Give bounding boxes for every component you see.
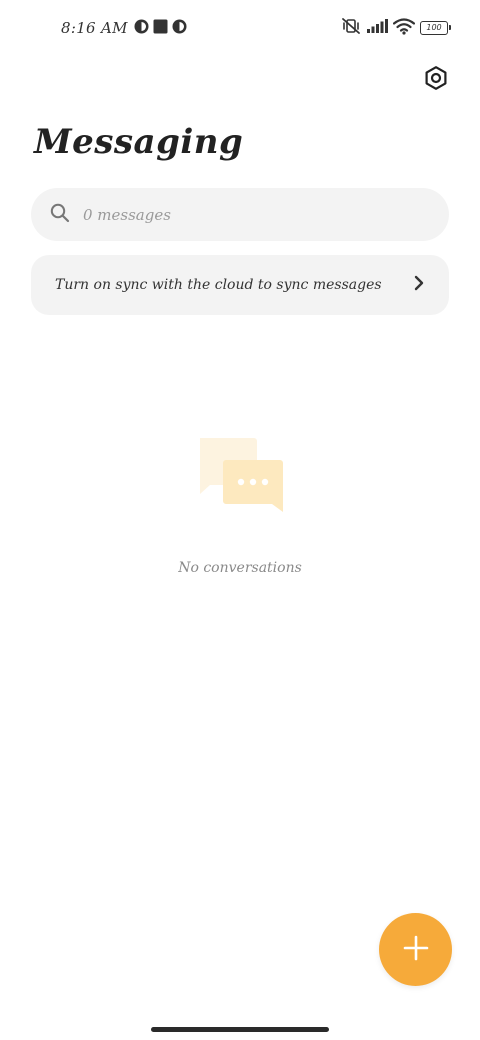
chevron-right-icon [413,275,425,295]
chat-bubbles-icon [196,436,286,516]
status-right: 100 [341,17,451,39]
sync-banner-text: Turn on sync with the cloud to sync mess… [55,277,382,293]
empty-state-label: No conversations [178,560,302,576]
search-input[interactable]: 0 messages [31,188,449,241]
vibrate-off-icon [341,17,361,39]
notification-app-icon-2 [172,19,187,38]
notification-square-icon [153,19,168,38]
cloud-sync-banner[interactable]: Turn on sync with the cloud to sync mess… [31,255,449,315]
battery-level: 100 [426,23,442,32]
plus-icon [402,934,430,966]
search-icon [50,203,70,227]
gear-icon [423,65,449,95]
page-title: Messaging [34,122,244,162]
status-bar: 8:16 AM 100 [0,0,480,56]
search-placeholder: 0 messages [83,205,171,224]
wifi-icon [392,17,416,39]
new-message-button[interactable] [379,913,452,986]
settings-button[interactable] [420,64,452,96]
status-time: 8:16 AM [61,19,128,37]
signal-icon [366,18,388,38]
messaging-screen: 8:16 AM 100 Messaging 0 messages Turn on… [0,0,480,1040]
notification-app-icon [134,19,149,38]
home-indicator[interactable] [151,1027,329,1032]
battery-icon: 100 [420,21,451,35]
status-left: 8:16 AM [61,17,187,39]
